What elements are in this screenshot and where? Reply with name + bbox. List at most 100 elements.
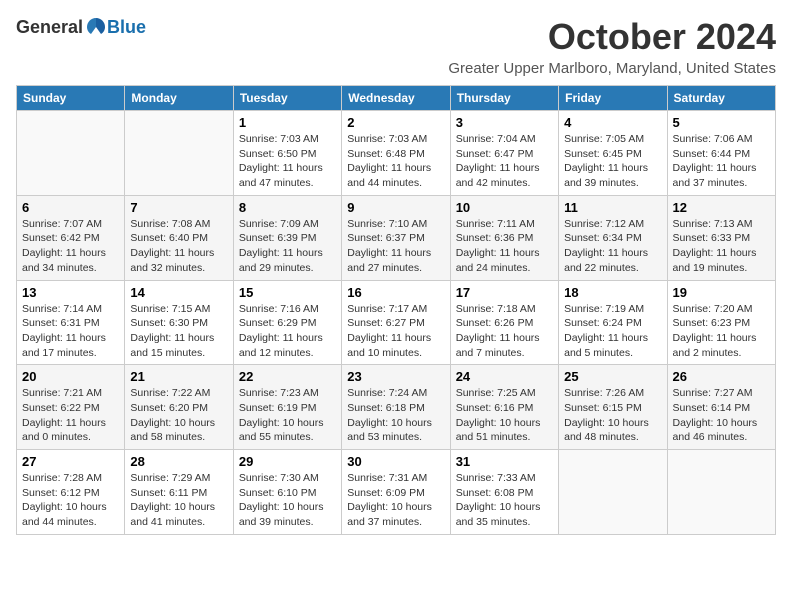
day-number: 15 <box>239 285 336 300</box>
cell-content: Sunrise: 7:27 AM Sunset: 6:14 PM Dayligh… <box>673 386 770 445</box>
calendar-cell: 23 Sunrise: 7:24 AM Sunset: 6:18 PM Dayli… <box>342 365 450 450</box>
day-number: 13 <box>22 285 119 300</box>
calendar-cell: 8 Sunrise: 7:09 AM Sunset: 6:39 PM Daylig… <box>233 195 341 280</box>
cell-content: Sunrise: 7:09 AM Sunset: 6:39 PM Dayligh… <box>239 217 336 276</box>
calendar-cell: 26 Sunrise: 7:27 AM Sunset: 6:14 PM Dayli… <box>667 365 775 450</box>
cell-content: Sunrise: 7:14 AM Sunset: 6:31 PM Dayligh… <box>22 302 119 361</box>
day-of-week-header: Sunday <box>17 86 125 111</box>
calendar-cell: 21Sunrise: 7:22 AM Sunset: 6:20 PM Dayli… <box>125 365 233 450</box>
cell-content: Sunrise: 7:29 AM Sunset: 6:11 PM Dayligh… <box>130 471 227 530</box>
day-number: 31 <box>456 454 553 469</box>
day-number: 12 <box>673 200 770 215</box>
calendar-cell <box>559 450 667 535</box>
day-of-week-header: Saturday <box>667 86 775 111</box>
day-number: 2 <box>347 115 444 130</box>
day-number: 4 <box>564 115 661 130</box>
calendar-cell: 7Sunrise: 7:08 AM Sunset: 6:40 PM Daylig… <box>125 195 233 280</box>
day-number: 23 <box>347 369 444 384</box>
logo-general-text: General <box>16 17 83 38</box>
day-number: 19 <box>673 285 770 300</box>
cell-content: Sunrise: 7:23 AM Sunset: 6:19 PM Dayligh… <box>239 386 336 445</box>
day-number: 8 <box>239 200 336 215</box>
calendar-cell: 28 Sunrise: 7:29 AM Sunset: 6:11 PM Dayli… <box>125 450 233 535</box>
calendar-cell <box>17 111 125 196</box>
calendar-cell: 6 Sunrise: 7:07 AM Sunset: 6:42 PM Daylig… <box>17 195 125 280</box>
calendar-cell: 1 Sunrise: 7:03 AM Sunset: 6:50 PM Daylig… <box>233 111 341 196</box>
day-number: 9 <box>347 200 444 215</box>
calendar-cell: 19 Sunrise: 7:20 AM Sunset: 6:23 PM Dayli… <box>667 280 775 365</box>
day-number: 1 <box>239 115 336 130</box>
cell-content: Sunrise: 7:26 AM Sunset: 6:15 PM Dayligh… <box>564 386 661 445</box>
calendar-cell: 16 Sunrise: 7:17 AM Sunset: 6:27 PM Dayli… <box>342 280 450 365</box>
day-number: 26 <box>673 369 770 384</box>
cell-content: Sunrise: 7:12 AM Sunset: 6:34 PM Dayligh… <box>564 217 661 276</box>
calendar-cell: 25 Sunrise: 7:26 AM Sunset: 6:15 PM Dayli… <box>559 365 667 450</box>
calendar-cell: 11Sunrise: 7:12 AM Sunset: 6:34 PM Dayli… <box>559 195 667 280</box>
cell-content: Sunrise: 7:13 AM Sunset: 6:33 PM Dayligh… <box>673 217 770 276</box>
calendar-cell: 9 Sunrise: 7:10 AM Sunset: 6:37 PM Daylig… <box>342 195 450 280</box>
cell-content: Sunrise: 7:21 AM Sunset: 6:22 PM Dayligh… <box>22 386 119 445</box>
day-of-week-header: Friday <box>559 86 667 111</box>
day-number: 17 <box>456 285 553 300</box>
calendar-cell: 20 Sunrise: 7:21 AM Sunset: 6:22 PM Dayli… <box>17 365 125 450</box>
day-number: 21 <box>130 369 227 384</box>
cell-content: Sunrise: 7:19 AM Sunset: 6:24 PM Dayligh… <box>564 302 661 361</box>
calendar-week-row: 20 Sunrise: 7:21 AM Sunset: 6:22 PM Dayli… <box>17 365 776 450</box>
day-number: 6 <box>22 200 119 215</box>
cell-content: Sunrise: 7:06 AM Sunset: 6:44 PM Dayligh… <box>673 132 770 191</box>
day-number: 28 <box>130 454 227 469</box>
day-of-week-header: Monday <box>125 86 233 111</box>
calendar-table: SundayMondayTuesdayWednesdayThursdayFrid… <box>16 85 776 535</box>
cell-content: Sunrise: 7:15 AM Sunset: 6:30 PM Dayligh… <box>130 302 227 361</box>
day-number: 16 <box>347 285 444 300</box>
calendar-cell <box>667 450 775 535</box>
calendar-cell: 12 Sunrise: 7:13 AM Sunset: 6:33 PM Dayli… <box>667 195 775 280</box>
location-subtitle: Greater Upper Marlboro, Maryland, United… <box>448 60 776 77</box>
day-of-week-header: Wednesday <box>342 86 450 111</box>
calendar-cell: 15Sunrise: 7:16 AM Sunset: 6:29 PM Dayli… <box>233 280 341 365</box>
cell-content: Sunrise: 7:10 AM Sunset: 6:37 PM Dayligh… <box>347 217 444 276</box>
calendar-header-row: SundayMondayTuesdayWednesdayThursdayFrid… <box>17 86 776 111</box>
cell-content: Sunrise: 7:17 AM Sunset: 6:27 PM Dayligh… <box>347 302 444 361</box>
calendar-cell: 18Sunrise: 7:19 AM Sunset: 6:24 PM Dayli… <box>559 280 667 365</box>
calendar-week-row: 27Sunrise: 7:28 AM Sunset: 6:12 PM Dayli… <box>17 450 776 535</box>
cell-content: Sunrise: 7:20 AM Sunset: 6:23 PM Dayligh… <box>673 302 770 361</box>
cell-content: Sunrise: 7:25 AM Sunset: 6:16 PM Dayligh… <box>456 386 553 445</box>
calendar-cell: 17 Sunrise: 7:18 AM Sunset: 6:26 PM Dayli… <box>450 280 558 365</box>
calendar-cell: 30Sunrise: 7:31 AM Sunset: 6:09 PM Dayli… <box>342 450 450 535</box>
day-of-week-header: Tuesday <box>233 86 341 111</box>
cell-content: Sunrise: 7:07 AM Sunset: 6:42 PM Dayligh… <box>22 217 119 276</box>
cell-content: Sunrise: 7:28 AM Sunset: 6:12 PM Dayligh… <box>22 471 119 530</box>
calendar-cell: 10 Sunrise: 7:11 AM Sunset: 6:36 PM Dayli… <box>450 195 558 280</box>
day-number: 10 <box>456 200 553 215</box>
cell-content: Sunrise: 7:03 AM Sunset: 6:50 PM Dayligh… <box>239 132 336 191</box>
day-number: 22 <box>239 369 336 384</box>
cell-content: Sunrise: 7:11 AM Sunset: 6:36 PM Dayligh… <box>456 217 553 276</box>
cell-content: Sunrise: 7:18 AM Sunset: 6:26 PM Dayligh… <box>456 302 553 361</box>
day-number: 3 <box>456 115 553 130</box>
calendar-cell: 2 Sunrise: 7:03 AM Sunset: 6:48 PM Daylig… <box>342 111 450 196</box>
logo-icon <box>85 16 107 38</box>
cell-content: Sunrise: 7:24 AM Sunset: 6:18 PM Dayligh… <box>347 386 444 445</box>
calendar-cell: 22 Sunrise: 7:23 AM Sunset: 6:19 PM Dayli… <box>233 365 341 450</box>
month-title: October 2024 <box>448 16 776 58</box>
cell-content: Sunrise: 7:05 AM Sunset: 6:45 PM Dayligh… <box>564 132 661 191</box>
calendar-cell: 31Sunrise: 7:33 AM Sunset: 6:08 PM Dayli… <box>450 450 558 535</box>
calendar-week-row: 13 Sunrise: 7:14 AM Sunset: 6:31 PM Dayli… <box>17 280 776 365</box>
cell-content: Sunrise: 7:03 AM Sunset: 6:48 PM Dayligh… <box>347 132 444 191</box>
calendar-cell <box>125 111 233 196</box>
day-number: 20 <box>22 369 119 384</box>
calendar-cell: 13 Sunrise: 7:14 AM Sunset: 6:31 PM Dayli… <box>17 280 125 365</box>
day-number: 5 <box>673 115 770 130</box>
logo-blue-text: Blue <box>107 17 146 38</box>
day-number: 25 <box>564 369 661 384</box>
calendar-week-row: 1 Sunrise: 7:03 AM Sunset: 6:50 PM Daylig… <box>17 111 776 196</box>
page-header: General Blue October 2024 Greater Upper … <box>16 16 776 77</box>
calendar-cell: 29Sunrise: 7:30 AM Sunset: 6:10 PM Dayli… <box>233 450 341 535</box>
cell-content: Sunrise: 7:08 AM Sunset: 6:40 PM Dayligh… <box>130 217 227 276</box>
calendar-body: 1 Sunrise: 7:03 AM Sunset: 6:50 PM Daylig… <box>17 111 776 535</box>
day-number: 14 <box>130 285 227 300</box>
cell-content: Sunrise: 7:31 AM Sunset: 6:09 PM Dayligh… <box>347 471 444 530</box>
calendar-week-row: 6 Sunrise: 7:07 AM Sunset: 6:42 PM Daylig… <box>17 195 776 280</box>
day-of-week-header: Thursday <box>450 86 558 111</box>
